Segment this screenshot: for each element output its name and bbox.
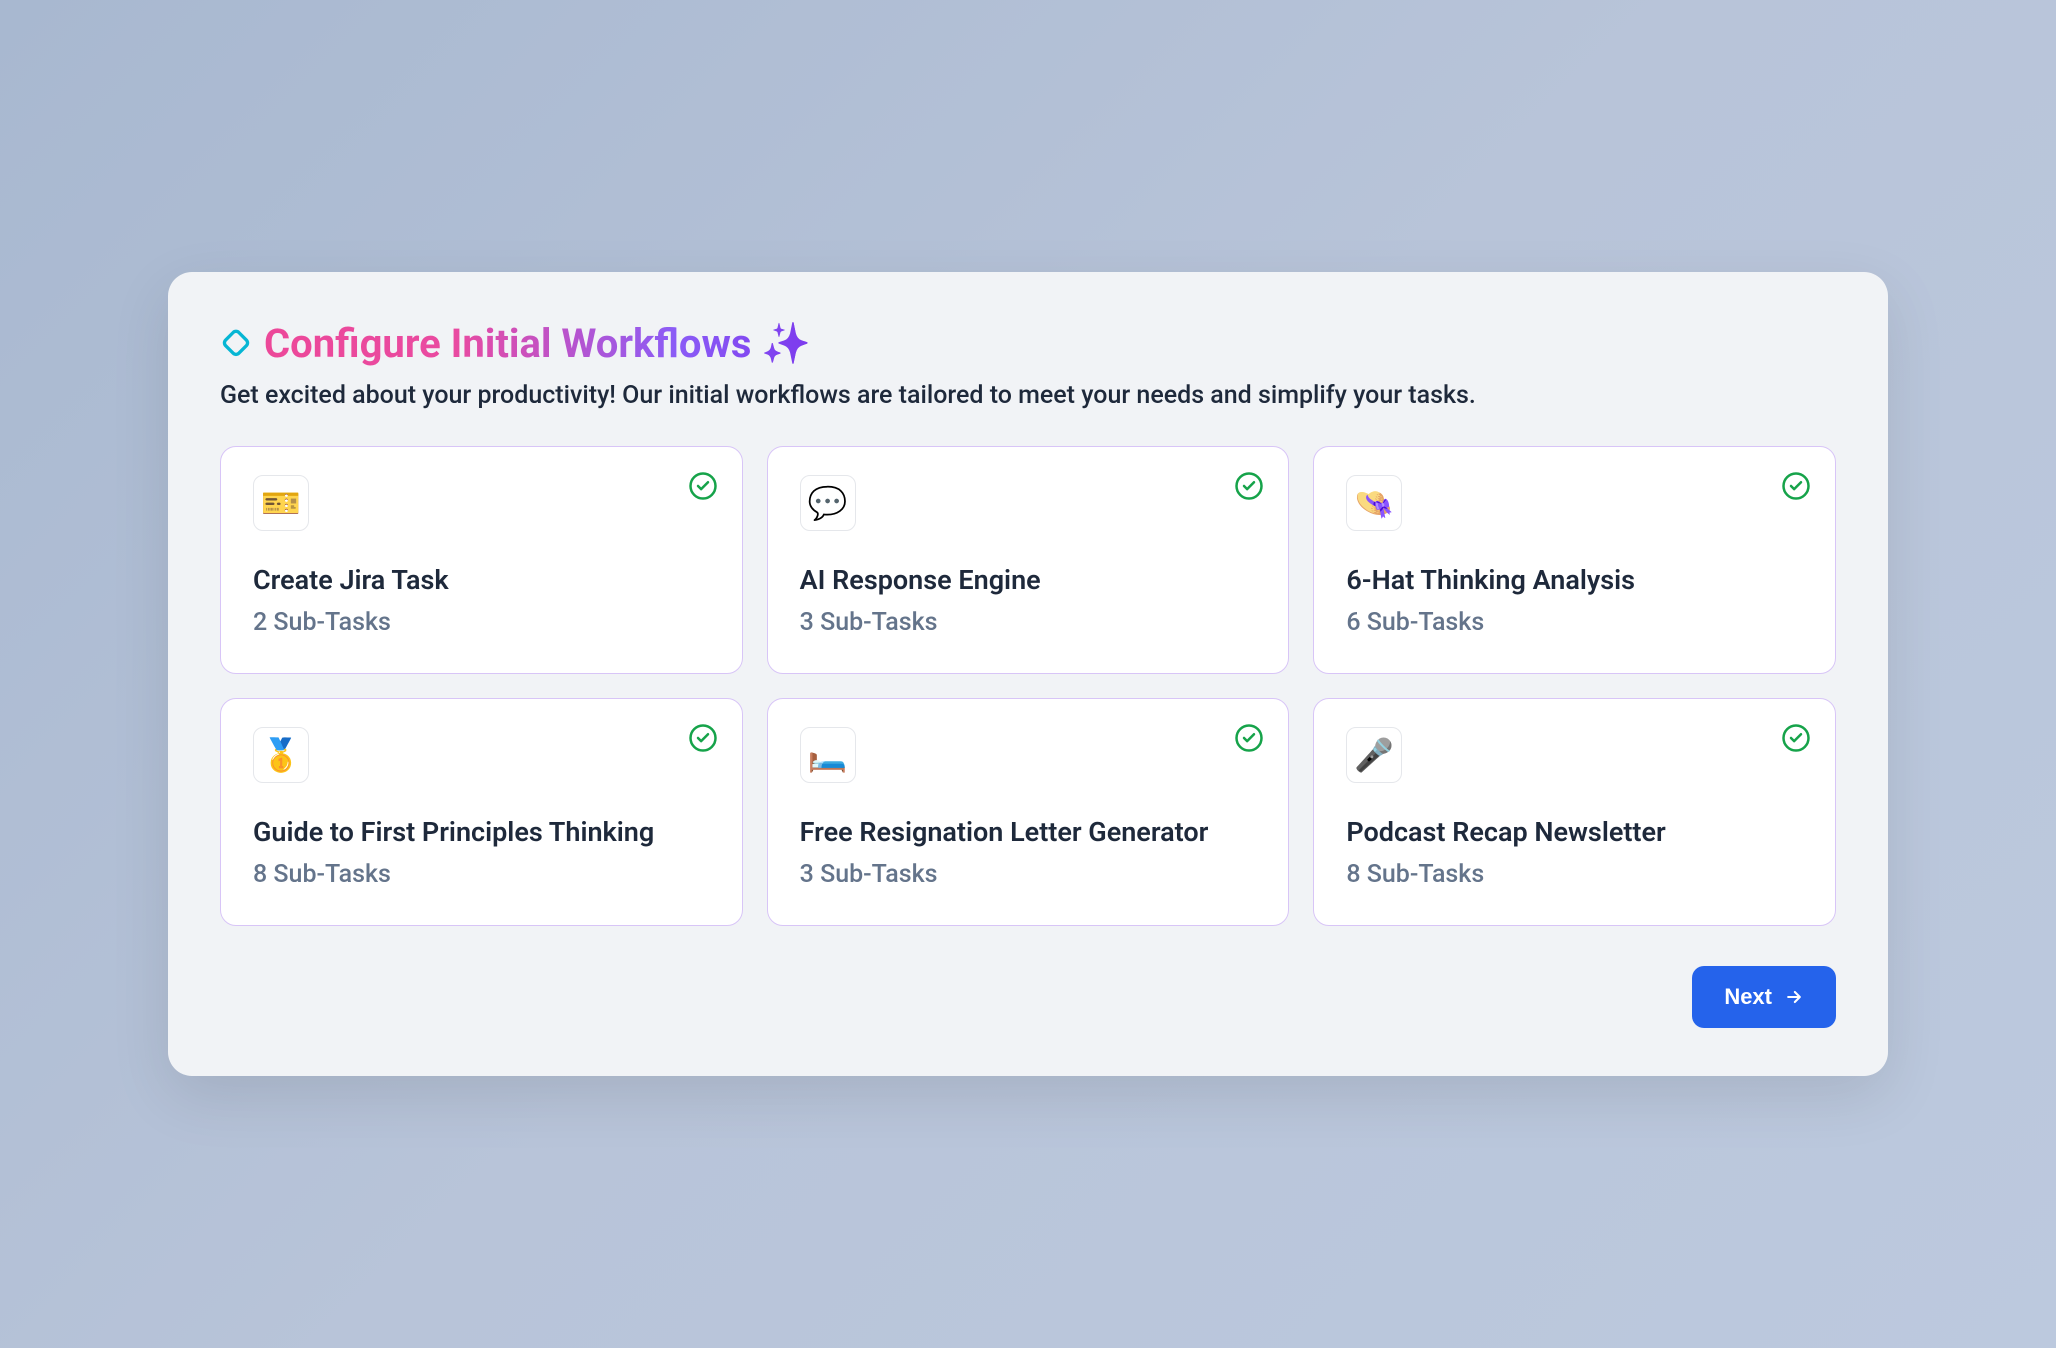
- card-subtasks: 2 Sub-Tasks: [253, 608, 710, 637]
- check-circle-icon: [1781, 723, 1811, 753]
- card-icon: 💬: [800, 475, 856, 531]
- check-circle-icon: [688, 471, 718, 501]
- check-circle-icon: [1234, 471, 1264, 501]
- workflow-card[interactable]: 🥇 Guide to First Principles Thinking 8 S…: [220, 698, 743, 926]
- card-title: Podcast Recap Newsletter: [1346, 815, 1803, 850]
- card-subtasks: 8 Sub-Tasks: [1346, 860, 1803, 889]
- card-icon: 🥇: [253, 727, 309, 783]
- title-row: Configure Initial Workflows ✨: [220, 320, 1836, 367]
- workflow-config-panel: Configure Initial Workflows ✨ Get excite…: [168, 272, 1888, 1076]
- subtitle: Get excited about your productivity! Our…: [220, 381, 1836, 410]
- card-icon: 🎫: [253, 475, 309, 531]
- page-title: Configure Initial Workflows ✨: [264, 320, 811, 367]
- workflow-card[interactable]: 🎫 Create Jira Task 2 Sub-Tasks: [220, 446, 743, 674]
- card-title: 6-Hat Thinking Analysis: [1346, 563, 1803, 598]
- card-title: AI Response Engine: [800, 563, 1257, 598]
- next-button-label: Next: [1724, 984, 1772, 1010]
- footer: Next: [220, 966, 1836, 1028]
- card-subtasks: 3 Sub-Tasks: [800, 608, 1257, 637]
- card-icon: 🎤: [1346, 727, 1402, 783]
- check-circle-icon: [1781, 471, 1811, 501]
- check-circle-icon: [688, 723, 718, 753]
- card-icon: 👒: [1346, 475, 1402, 531]
- workflow-card[interactable]: 👒 6-Hat Thinking Analysis 6 Sub-Tasks: [1313, 446, 1836, 674]
- check-circle-icon: [1234, 723, 1264, 753]
- diamond-icon: [220, 327, 252, 359]
- card-icon: 🛏️: [800, 727, 856, 783]
- card-subtasks: 8 Sub-Tasks: [253, 860, 710, 889]
- workflows-grid: 🎫 Create Jira Task 2 Sub-Tasks 💬 AI Resp…: [220, 446, 1836, 926]
- workflow-card[interactable]: 💬 AI Response Engine 3 Sub-Tasks: [767, 446, 1290, 674]
- arrow-right-icon: [1784, 987, 1804, 1007]
- card-subtasks: 3 Sub-Tasks: [800, 860, 1257, 889]
- card-subtasks: 6 Sub-Tasks: [1346, 608, 1803, 637]
- header: Configure Initial Workflows ✨ Get excite…: [220, 320, 1836, 410]
- card-title: Guide to First Principles Thinking: [253, 815, 710, 850]
- next-button[interactable]: Next: [1692, 966, 1836, 1028]
- card-title: Free Resignation Letter Generator: [800, 815, 1257, 850]
- workflow-card[interactable]: 🎤 Podcast Recap Newsletter 8 Sub-Tasks: [1313, 698, 1836, 926]
- card-title: Create Jira Task: [253, 563, 710, 598]
- workflow-card[interactable]: 🛏️ Free Resignation Letter Generator 3 S…: [767, 698, 1290, 926]
